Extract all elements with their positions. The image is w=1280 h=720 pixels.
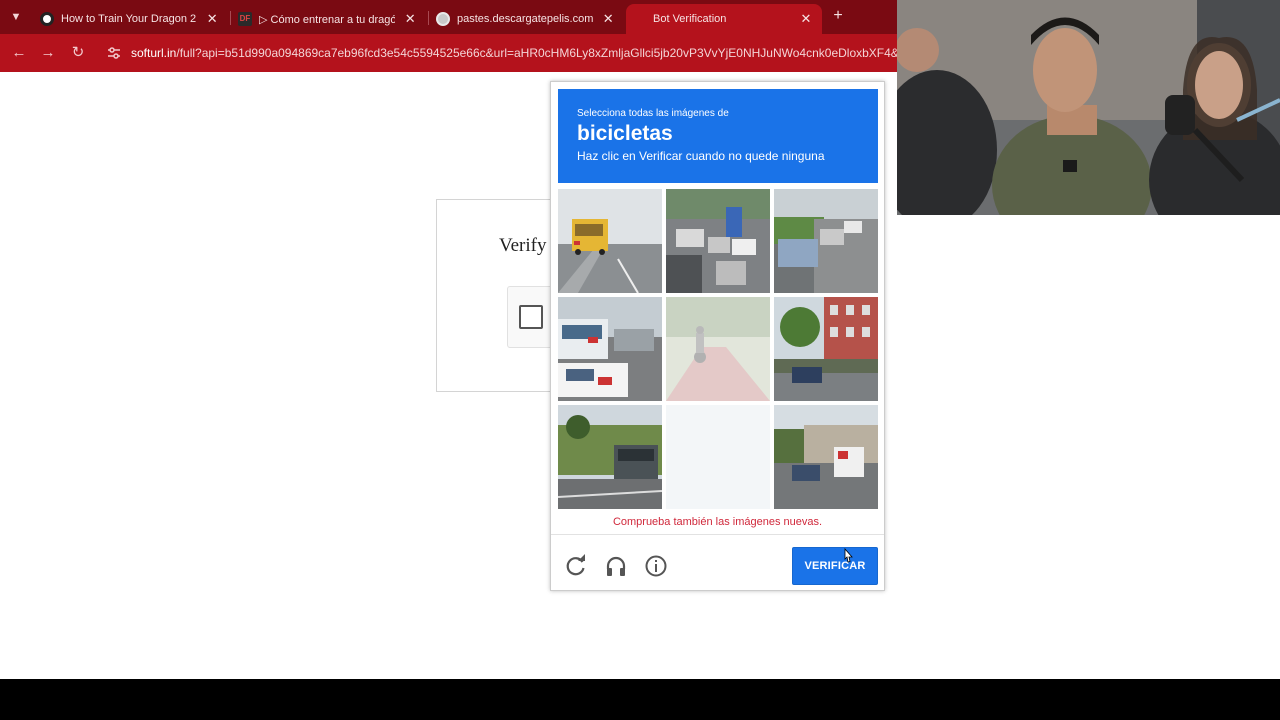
webcam-feed: [897, 0, 1280, 215]
captcha-tile[interactable]: [774, 297, 878, 401]
screen: ▼ How to Train Your Dragon 2 • H ✕ DF ▷ …: [0, 0, 1280, 720]
tab-title: Bot Verification: [653, 13, 727, 25]
captcha-header: Selecciona todas las imágenes de bicicle…: [558, 89, 878, 183]
verification-title: Verify: [499, 235, 547, 256]
headphones-icon[interactable]: [604, 554, 628, 578]
captcha-prompt: Selecciona todas las imágenes de: [577, 108, 729, 119]
close-icon[interactable]: ✕: [403, 11, 417, 27]
close-icon[interactable]: ✕: [799, 11, 813, 27]
webcam-overlay: [897, 0, 1280, 215]
circle-logo-icon: [40, 12, 54, 26]
url-field[interactable]: softurl.in/full?api=b51d990a094869ca7eb9…: [131, 45, 897, 61]
address-bar: ← → ↻ softurl.in/full?api=b51d990a094869…: [0, 34, 897, 72]
tab-como-entrenar[interactable]: DF ▷ Cómo entrenar a tu dragón 2 ✕: [230, 4, 425, 34]
captcha-tile[interactable]: [558, 297, 662, 401]
close-icon[interactable]: ✕: [205, 11, 219, 27]
tab-dragon-2[interactable]: How to Train Your Dragon 2 • H ✕: [32, 4, 227, 34]
captcha-tile[interactable]: [666, 189, 770, 293]
captcha-target: bicicletas: [577, 122, 673, 145]
captcha-error-message: Comprueba también las imágenes nuevas.: [612, 516, 823, 528]
screen-bottom-bar: [0, 679, 1280, 720]
forward-arrow-icon[interactable]: →: [39, 44, 57, 62]
url-path: /full?api=b51d990a094869ca7eb96fcd3e54c5…: [176, 46, 897, 60]
captcha-tile[interactable]: [558, 405, 662, 509]
tab-title: ▷ Cómo entrenar a tu dragón 2: [259, 13, 396, 26]
captcha-image-grid: [558, 189, 878, 509]
captcha-tile[interactable]: [558, 189, 662, 293]
captcha-tile[interactable]: [774, 405, 878, 509]
tab-title: How to Train Your Dragon 2 • H: [61, 13, 197, 25]
tab-search-chevron-icon[interactable]: ▼: [8, 9, 24, 25]
tab-title: pastes.descargatepelis.com/?v: [457, 13, 594, 25]
info-icon[interactable]: [644, 554, 668, 578]
close-icon[interactable]: ✕: [601, 11, 615, 27]
captcha-challenge: Selecciona todas las imágenes de bicicle…: [550, 81, 885, 591]
reload-icon[interactable]: [564, 554, 588, 578]
captcha-tile[interactable]: [666, 297, 770, 401]
url-host: softurl.in: [131, 46, 177, 60]
captcha-divider: [551, 534, 884, 535]
globe-icon: [436, 12, 450, 26]
tab-pastes[interactable]: pastes.descargatepelis.com/?v ✕: [428, 4, 623, 34]
tab-bar: ▼ How to Train Your Dragon 2 • H ✕ DF ▷ …: [0, 0, 897, 34]
verify-button[interactable]: VERIFICAR: [792, 547, 878, 585]
captcha-tile-loading[interactable]: [666, 405, 770, 509]
site-settings-icon[interactable]: [106, 45, 122, 61]
recaptcha-checkbox[interactable]: [519, 305, 543, 329]
captcha-instructions: Haz clic en Verificar cuando no quede ni…: [577, 149, 825, 163]
reload-icon[interactable]: ↻: [69, 44, 87, 62]
tab-bot-verification[interactable]: Bot Verification ✕: [626, 4, 822, 34]
back-arrow-icon[interactable]: ←: [10, 44, 28, 62]
df-logo-icon: DF: [238, 12, 252, 26]
captcha-tile[interactable]: [774, 189, 878, 293]
new-tab-plus-icon[interactable]: +: [830, 8, 846, 24]
mouse-cursor-icon: [844, 548, 853, 563]
